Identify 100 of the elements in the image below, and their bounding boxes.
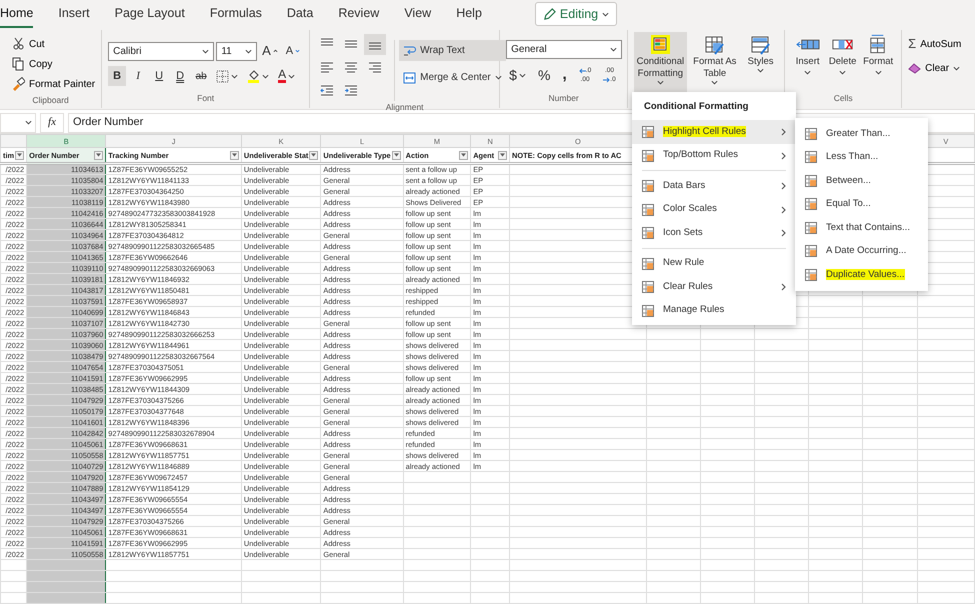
borders-icon — [216, 70, 230, 82]
grid-icon — [642, 204, 654, 216]
grow-font-button[interactable]: A — [259, 41, 281, 61]
arrow-left-icon — [578, 68, 586, 74]
chevron-right-icon — [781, 128, 786, 136]
group-label: Clipboard — [31, 94, 70, 107]
editing-button[interactable]: Editing — [534, 2, 618, 26]
menu-item[interactable]: Manage Rules — [632, 298, 796, 322]
conditional-formatting-button[interactable]: Conditional Formatting — [634, 32, 687, 92]
cell-styles-button[interactable]: Styles — [743, 32, 778, 92]
ribbon-tab[interactable]: Page Layout — [114, 0, 185, 28]
insert-cells-button[interactable]: Insert — [791, 32, 824, 88]
filter-button[interactable] — [309, 150, 318, 160]
caret-icon — [288, 74, 296, 78]
chevron-right-icon — [781, 206, 786, 214]
caret-icon — [96, 153, 102, 157]
grid-icon — [805, 174, 817, 187]
menu-title: Conditional Formatting — [643, 100, 750, 114]
caret-icon — [245, 48, 252, 54]
menu-item[interactable]: A Date Occurring... — [795, 240, 928, 263]
caret-icon — [500, 153, 506, 157]
menu-item[interactable]: Clear Rules — [632, 275, 796, 299]
ribbon-tab[interactable]: Review — [338, 0, 380, 28]
insert-function-button[interactable]: fx — [40, 112, 64, 132]
merge-icon — [403, 72, 416, 84]
filter-button[interactable] — [94, 150, 104, 160]
grid-icon — [642, 180, 654, 192]
filter-button[interactable] — [498, 150, 508, 160]
caret-icon — [394, 153, 399, 157]
delete-cells-button[interactable]: Delete — [826, 32, 860, 88]
ribbon-tab[interactable]: Data — [286, 0, 314, 28]
grid-icon — [642, 126, 654, 138]
scissors-icon — [12, 37, 25, 51]
wrap-icon — [403, 44, 416, 57]
ribbon-button[interactable]: Cut — [12, 34, 45, 54]
filter-button[interactable] — [459, 150, 468, 160]
caret-icon — [231, 74, 238, 78]
ribbon-button[interactable]: Copy — [12, 54, 52, 74]
caret-icon — [839, 70, 846, 75]
caret-icon — [953, 66, 960, 70]
caret-icon — [610, 47, 618, 52]
caret-icon — [874, 70, 882, 75]
filter-button[interactable] — [230, 150, 239, 160]
ribbon-tab[interactable]: View — [404, 0, 432, 28]
lines-icon — [368, 61, 382, 74]
grid-icon — [642, 150, 654, 162]
strikethrough-button[interactable]: ab — [192, 66, 210, 86]
menu-item[interactable]: Duplicate Values... — [795, 263, 928, 286]
bold-button[interactable]: B — [108, 66, 126, 86]
caret-icon — [461, 153, 466, 157]
grid-icon — [805, 128, 817, 140]
percent-format-button[interactable]: % — [534, 65, 554, 85]
lines-icon — [320, 84, 334, 97]
format-as-table-button[interactable]: Format As Table — [688, 32, 742, 92]
format-cells-button[interactable]: Format — [861, 32, 896, 88]
wrap-text-button[interactable]: Wrap Text — [399, 40, 506, 61]
filter-button[interactable] — [15, 150, 24, 160]
merge-center-button[interactable]: Merge & Center — [399, 67, 506, 88]
grid-icon — [642, 304, 654, 316]
underline-button[interactable]: U — [150, 66, 168, 86]
grid-icon — [805, 222, 817, 234]
caret-icon — [711, 80, 718, 85]
grid-icon — [642, 258, 654, 270]
arrow-right-icon — [603, 76, 610, 82]
italic-button[interactable]: I — [129, 66, 148, 86]
clear-button[interactable]: Clear — [908, 58, 969, 78]
font-size-dropdown[interactable]: 11 — [216, 42, 258, 60]
font-name-dropdown[interactable]: Calibri — [108, 42, 214, 60]
number-format-dropdown[interactable]: General — [506, 40, 622, 59]
ribbon-tab[interactable]: Formulas — [210, 0, 262, 28]
align-bottom-button[interactable] — [364, 34, 386, 55]
font-color-button[interactable]: A — [275, 66, 298, 86]
menu-item[interactable]: Text that Contains... — [795, 216, 928, 240]
grid-icon — [642, 227, 654, 239]
arrow-down-icon — [295, 49, 300, 53]
group-label: Number — [548, 92, 580, 106]
ribbon-button[interactable]: Format Painter — [12, 74, 96, 94]
comma-format-button[interactable]: , — [559, 65, 570, 85]
ribbon-tab[interactable]: Help — [456, 0, 482, 28]
chevron-right-icon — [781, 182, 786, 190]
arrow-up-icon — [272, 49, 278, 53]
caret-icon — [494, 75, 502, 80]
currency-format-button[interactable]: $ — [506, 65, 529, 85]
pencil-icon — [542, 8, 556, 20]
autosum-button[interactable]: Σ AutoSum — [908, 34, 969, 54]
menu-item[interactable]: Less Than... — [795, 146, 928, 169]
menu-item[interactable]: Highlight Cell Rules — [632, 120, 796, 144]
paint-bucket-icon — [247, 69, 260, 83]
caret-icon — [518, 72, 526, 78]
lines-icon — [320, 61, 334, 74]
ribbon-tab[interactable]: Insert — [58, 0, 90, 28]
group-label: Cells — [832, 92, 854, 106]
group-label: Font — [196, 92, 216, 106]
caret-icon — [602, 12, 610, 16]
menu-item[interactable]: Between... — [795, 169, 928, 192]
filter-button[interactable] — [392, 150, 401, 160]
caret-icon — [311, 153, 316, 157]
shrink-font-button[interactable]: A — [282, 41, 304, 61]
caret-icon — [25, 120, 32, 125]
menu-item[interactable]: Equal To... — [795, 192, 928, 216]
